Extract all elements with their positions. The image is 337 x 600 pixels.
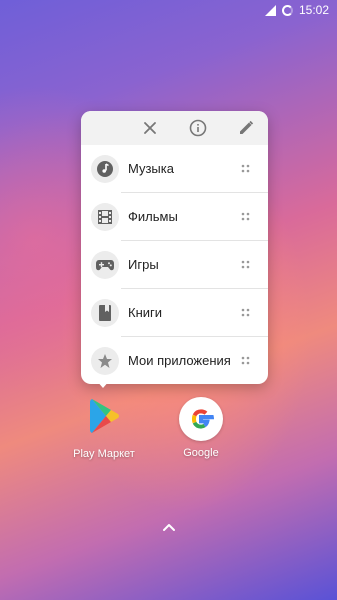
shortcut-list: Музыка Фильмы Игры Книги Мои приложения (81, 145, 268, 385)
chevron-up-icon[interactable] (161, 521, 177, 533)
app-label: Play Маркет (73, 448, 135, 460)
clock: 15:02 (298, 3, 329, 17)
signal-icon (264, 4, 276, 16)
shortcut-item-games[interactable]: Игры (81, 241, 268, 289)
app-label: Google (183, 447, 219, 459)
google-icon (179, 397, 223, 441)
popup-header (81, 111, 268, 145)
play-store-icon (90, 399, 119, 433)
edit-icon[interactable] (237, 119, 255, 137)
app-google[interactable]: Google (165, 397, 237, 459)
drag-handle-icon[interactable] (241, 308, 250, 317)
battery-icon (281, 4, 293, 16)
shortcut-label: Музыка (128, 161, 174, 176)
music-note-icon (91, 155, 119, 183)
info-icon[interactable] (189, 119, 207, 137)
shortcut-item-books[interactable]: Книги (81, 289, 268, 337)
star-icon (91, 347, 119, 375)
gamepad-icon (91, 251, 119, 279)
shortcut-label: Книги (128, 305, 163, 320)
close-icon[interactable] (141, 119, 159, 137)
shortcut-item-my-apps[interactable]: Мои приложения (81, 337, 268, 385)
app-play-store[interactable]: Play Маркет (68, 395, 140, 460)
shortcut-item-music[interactable]: Музыка (81, 145, 268, 193)
drag-handle-icon[interactable] (241, 260, 250, 269)
drag-handle-icon[interactable] (241, 164, 250, 173)
shortcut-item-movies[interactable]: Фильмы (81, 193, 268, 241)
app-shortcuts-popup: Музыка Фильмы Игры Книги Мои приложения (81, 111, 268, 384)
status-bar: 15:02 (0, 0, 337, 20)
shortcut-label: Игры (128, 257, 159, 272)
book-icon (91, 299, 119, 327)
shortcut-label: Мои приложения (128, 353, 231, 368)
shortcut-label: Фильмы (128, 209, 178, 224)
film-icon (91, 203, 119, 231)
drag-handle-icon[interactable] (241, 212, 250, 221)
drag-handle-icon[interactable] (241, 356, 250, 365)
popup-pointer (96, 380, 110, 388)
